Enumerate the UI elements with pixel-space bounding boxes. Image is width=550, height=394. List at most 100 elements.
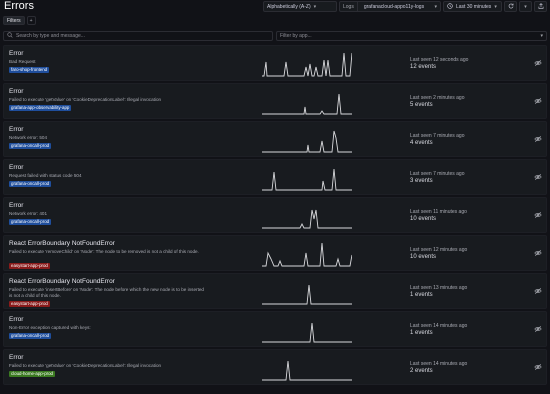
- refresh-interval-select[interactable]: ▾: [519, 1, 532, 12]
- sparkline-series: [262, 209, 352, 229]
- error-sparkline: [262, 322, 352, 343]
- error-title[interactable]: Error: [9, 164, 23, 171]
- logs-datasource-select[interactable]: Logs grafanacloud-appo11y-logs ▾: [339, 1, 441, 12]
- error-sparkline: [262, 130, 352, 153]
- error-message: Failed to execute 'getValue' on 'CookieD…: [9, 97, 162, 102]
- error-message: Failed to execute 'insertBefore' on 'Nod…: [9, 287, 204, 298]
- logs-label: Logs: [340, 2, 358, 11]
- error-title[interactable]: Error: [9, 50, 23, 57]
- sparkline-series: [262, 242, 352, 267]
- error-row[interactable]: Error Failed to execute 'getValue' on 'C…: [3, 349, 547, 385]
- header: Errors Alphabetically (A-Z) ▾ Logs grafa…: [0, 0, 550, 14]
- error-sparkline: [262, 242, 352, 267]
- app-badge[interactable]: grafana-oncall-prod: [9, 219, 52, 225]
- app-badge[interactable]: grafana-oncall-prod: [9, 333, 52, 339]
- last-seen: Last seen 11 minutes ago: [410, 209, 467, 215]
- error-row[interactable]: Error Failed to execute 'getValue' on 'C…: [3, 83, 547, 119]
- sparkline-series: [262, 322, 352, 343]
- sparkline-series: [262, 52, 352, 77]
- last-seen: Last seen 12 seconds ago: [410, 57, 469, 63]
- eye-slash-icon: [534, 325, 542, 333]
- hide-error-button[interactable]: [534, 287, 542, 295]
- search-placeholder: Search by type and message...: [16, 33, 85, 39]
- error-title[interactable]: React ErrorBoundary NotFoundError: [9, 240, 115, 247]
- time-range-label: Last 30 minutes: [456, 3, 492, 10]
- chevron-down-icon: ▾: [313, 3, 317, 10]
- error-row[interactable]: React ErrorBoundary NotFoundError Failed…: [3, 235, 547, 271]
- add-tab-button[interactable]: +: [26, 16, 36, 25]
- app-badge[interactable]: grafana-oncall-prod: [9, 181, 52, 187]
- error-title[interactable]: Error: [9, 88, 23, 95]
- app-badge[interactable]: easystart-app-prod: [9, 301, 50, 307]
- error-message: Request failed with status code 504: [9, 173, 82, 178]
- last-seen: Last seen 12 minutes ago: [410, 247, 468, 253]
- app-badge[interactable]: grafana-oncall-prod: [9, 143, 52, 149]
- last-seen: Last seen 14 minutes ago: [410, 361, 468, 367]
- share-button[interactable]: [534, 1, 547, 12]
- eye-slash-icon: [534, 363, 542, 371]
- hide-error-button[interactable]: [534, 135, 542, 143]
- app-badge[interactable]: grafana-app-observability-app: [9, 105, 72, 111]
- error-sparkline: [262, 168, 352, 191]
- toolbar: Alphabetically (A-Z) ▾ Logs grafanacloud…: [263, 1, 547, 12]
- search-input[interactable]: Search by type and message...: [3, 31, 273, 41]
- tab-filters[interactable]: Filters: [3, 16, 25, 25]
- error-sparkline: [262, 52, 352, 77]
- event-count: 10 events: [410, 254, 437, 260]
- event-count: 1 events: [410, 330, 433, 336]
- event-count: 12 events: [410, 64, 437, 70]
- hide-error-button[interactable]: [534, 173, 542, 181]
- event-count: 3 events: [410, 178, 433, 184]
- hide-error-button[interactable]: [534, 325, 542, 333]
- hide-error-button[interactable]: [534, 97, 542, 105]
- page-title: Errors: [4, 0, 34, 12]
- app-filter-select[interactable]: Filter by app... ▾: [276, 31, 547, 41]
- error-message: Network error: 504: [9, 135, 48, 140]
- error-title[interactable]: Error: [9, 316, 23, 323]
- app-badge[interactable]: easystart-app-prod: [9, 263, 50, 269]
- error-title[interactable]: Error: [9, 202, 23, 209]
- error-row[interactable]: Error Bad Request faro-shop-frontend Las…: [3, 45, 547, 81]
- time-range-picker[interactable]: Last 30 minutes ▾: [443, 1, 502, 12]
- chevron-down-icon: ▾: [540, 33, 543, 39]
- error-row[interactable]: Error Non-Error exception captured with …: [3, 311, 547, 347]
- last-seen: Last seen 7 minutes ago: [410, 171, 465, 177]
- refresh-icon: [508, 3, 514, 11]
- last-seen: Last seen 2 minutes ago: [410, 95, 465, 101]
- error-sparkline: [262, 93, 352, 115]
- error-message: Bad Request: [9, 59, 36, 64]
- hide-error-button[interactable]: [534, 363, 542, 371]
- event-count: 4 events: [410, 140, 433, 146]
- error-title[interactable]: Error: [9, 354, 23, 361]
- app-badge[interactable]: faro-shop-frontend: [9, 67, 50, 73]
- refresh-button[interactable]: [504, 1, 517, 12]
- hide-error-button[interactable]: [534, 59, 542, 67]
- eye-slash-icon: [534, 135, 542, 143]
- error-row[interactable]: Error Network error: 401 grafana-oncall-…: [3, 197, 547, 233]
- event-count: 2 events: [410, 368, 433, 374]
- sort-select-label: Alphabetically (A-Z): [267, 3, 311, 10]
- filter-tabs: Filters +: [3, 16, 36, 25]
- last-seen: Last seen 14 minutes ago: [410, 323, 468, 329]
- sparkline-series: [262, 130, 352, 153]
- search-row: Search by type and message... Filter by …: [3, 31, 547, 41]
- error-row[interactable]: Error Network error: 504 grafana-oncall-…: [3, 121, 547, 157]
- app-badge[interactable]: cloud-home-app-prod: [9, 371, 55, 377]
- error-list: Error Bad Request faro-shop-frontend Las…: [3, 45, 547, 385]
- app-filter-placeholder: Filter by app...: [280, 33, 312, 39]
- error-title[interactable]: React ErrorBoundary NotFoundError: [9, 278, 115, 285]
- error-row[interactable]: Error Request failed with status code 50…: [3, 159, 547, 195]
- error-message: Failed to execute 'removeChild' on 'Node…: [9, 249, 199, 254]
- hide-error-button[interactable]: [534, 249, 542, 257]
- error-title[interactable]: Error: [9, 126, 23, 133]
- sort-select[interactable]: Alphabetically (A-Z) ▾: [263, 1, 337, 12]
- eye-slash-icon: [534, 59, 542, 67]
- search-icon: [7, 32, 13, 40]
- logs-datasource-value: grafanacloud-appo11y-logs: [363, 3, 425, 10]
- hide-error-button[interactable]: [534, 211, 542, 219]
- error-row[interactable]: React ErrorBoundary NotFoundError Failed…: [3, 273, 547, 309]
- chevron-down-icon: ▾: [494, 3, 497, 10]
- error-message: Network error: 401: [9, 211, 48, 216]
- sparkline-series: [262, 284, 352, 305]
- sparkline-series: [262, 168, 352, 191]
